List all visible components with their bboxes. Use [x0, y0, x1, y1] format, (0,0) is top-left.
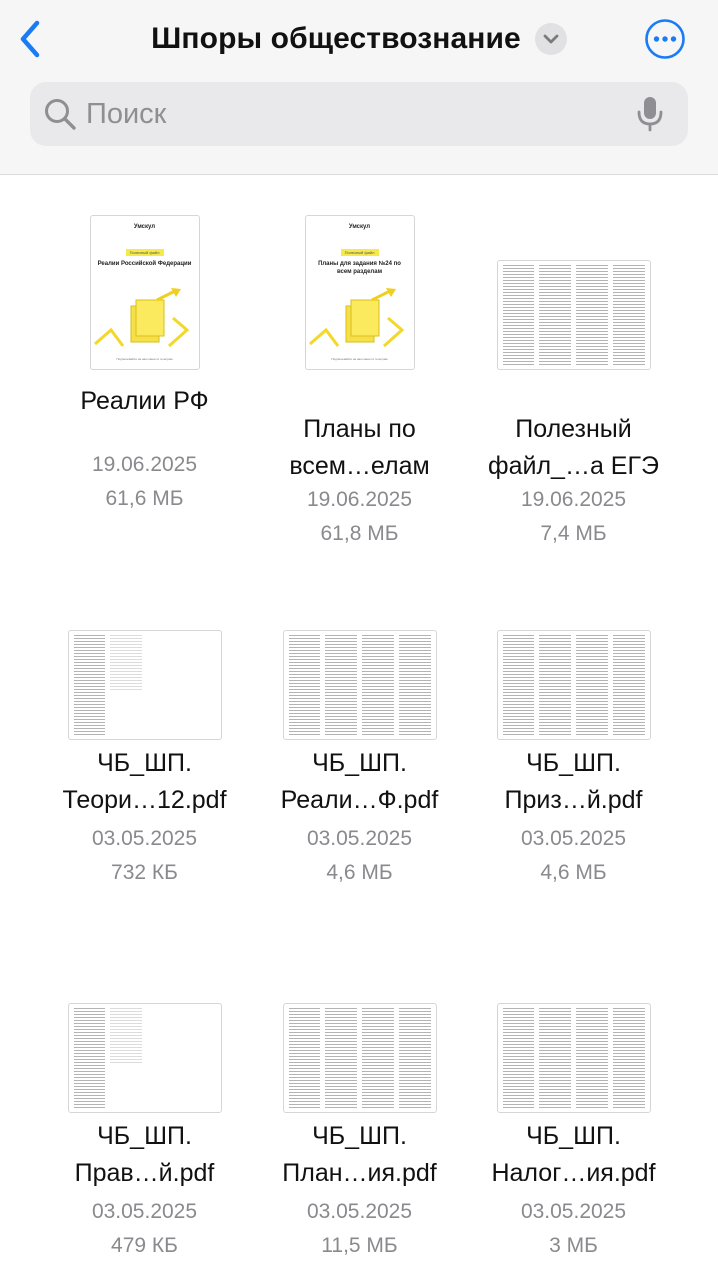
microphone-icon[interactable] [630, 94, 670, 134]
file-size: 479 КБ [111, 1234, 178, 1257]
document-preview [67, 630, 222, 740]
file-name-line-1[interactable]: ЧБ_ШП. [27, 1117, 262, 1155]
cover-title: Реалии Российской Федерации [97, 261, 192, 267]
document-preview [496, 260, 651, 370]
search-input[interactable] [86, 97, 630, 131]
cover-tag: Полезный файл [340, 249, 379, 256]
file-name-line-2[interactable]: Реали…Ф.pdf [242, 781, 477, 819]
cover-logo: Умскул [348, 224, 371, 230]
document-cover: Умскул Полезный файл Реалии Российской Ф… [89, 215, 200, 370]
document-preview [282, 630, 437, 740]
file-date: 03.05.2025 [91, 827, 198, 850]
file-thumbnail[interactable] [466, 953, 681, 1113]
file-name-line-1[interactable]: Полезный [456, 410, 691, 448]
file-name-line-2[interactable]: файл_…а ЕГЭ [456, 447, 691, 485]
file-size: 3 МБ [549, 1234, 598, 1257]
file-size: 7,4 МБ [540, 522, 607, 545]
document-cover: Умскул Полезный файл Планы для задания №… [304, 215, 415, 370]
file-name-line-2[interactable]: Теори…12.pdf [27, 781, 262, 819]
document-preview [67, 1003, 222, 1113]
file-name-line-2[interactable]: Приз…й.pdf [456, 781, 691, 819]
file-thumbnail[interactable]: Умскул Полезный файл Планы для задания №… [252, 210, 467, 370]
file-size: 61,6 МБ [105, 487, 184, 510]
file-size: 61,8 МБ [320, 522, 399, 545]
file-date: 19.06.2025 [91, 453, 198, 476]
file-name-line-1[interactable]: ЧБ_ШП. [242, 1117, 477, 1155]
file-name-line-2[interactable]: Налог…ия.pdf [456, 1154, 691, 1192]
file-thumbnail[interactable] [37, 580, 252, 740]
cover-tag: Полезный файл [125, 249, 164, 256]
file-name-line-1[interactable]: ЧБ_ШП. [456, 744, 691, 782]
cover-logo: Умскул [133, 224, 156, 230]
cover-footer: Подписывайся на наш канал в телеграм [116, 357, 173, 361]
file-date: 03.05.2025 [306, 1200, 413, 1223]
file-size: 11,5 МБ [321, 1234, 398, 1257]
magnifier-icon [42, 96, 78, 132]
title-menu-button[interactable] [534, 23, 567, 55]
document-preview [496, 1003, 651, 1113]
file-name-line-2[interactable]: Прав…й.pdf [27, 1154, 262, 1192]
file-thumbnail[interactable] [252, 580, 467, 740]
file-date: 03.05.2025 [520, 1200, 627, 1223]
navigation-header: Шпоры обществознание [0, 0, 718, 175]
file-size: 4,6 МБ [326, 861, 393, 884]
more-options-button[interactable] [644, 18, 686, 60]
file-thumbnail[interactable] [37, 953, 252, 1113]
file-name-line-1[interactable]: ЧБ_ШП. [27, 744, 262, 782]
file-date: 19.06.2025 [520, 488, 627, 511]
file-name-line-1[interactable]: ЧБ_ШП. [242, 744, 477, 782]
file-name-line-2[interactable]: всем…елам [242, 447, 477, 485]
file-name-line-2[interactable]: План…ия.pdf [242, 1154, 477, 1192]
title-group[interactable]: Шпоры обществознание [0, 18, 718, 60]
cover-footer: Подписывайся на наш канал в телеграм [331, 357, 388, 361]
file-date: 03.05.2025 [520, 827, 627, 850]
document-illustration-icon [93, 288, 189, 348]
file-thumbnail[interactable] [252, 953, 467, 1113]
file-thumbnail[interactable] [466, 210, 681, 370]
file-thumbnail[interactable] [466, 580, 681, 740]
file-name[interactable]: Реалии РФ [27, 382, 262, 420]
file-size: 4,6 МБ [540, 861, 607, 884]
ellipsis-circle-icon [645, 19, 685, 59]
document-preview [496, 630, 651, 740]
document-illustration-icon [308, 288, 404, 348]
search-bar[interactable] [30, 82, 688, 146]
file-grid: Умскул Полезный файл Реалии Российской Ф… [0, 175, 718, 1280]
file-thumbnail[interactable]: Умскул Полезный файл Реалии Российской Ф… [37, 210, 252, 370]
chevron-down-icon [543, 34, 559, 44]
file-date: 03.05.2025 [91, 1200, 198, 1223]
file-name-line-1[interactable]: Планы по [242, 410, 477, 448]
document-preview [282, 1003, 437, 1113]
file-date: 19.06.2025 [306, 488, 413, 511]
file-size: 732 КБ [111, 861, 178, 884]
file-name-line-1[interactable]: ЧБ_ШП. [456, 1117, 691, 1155]
folder-title[interactable]: Шпоры обществознание [151, 22, 521, 56]
file-date: 03.05.2025 [306, 827, 413, 850]
cover-title: Планы для задания №24 по всем разделам [318, 261, 401, 275]
